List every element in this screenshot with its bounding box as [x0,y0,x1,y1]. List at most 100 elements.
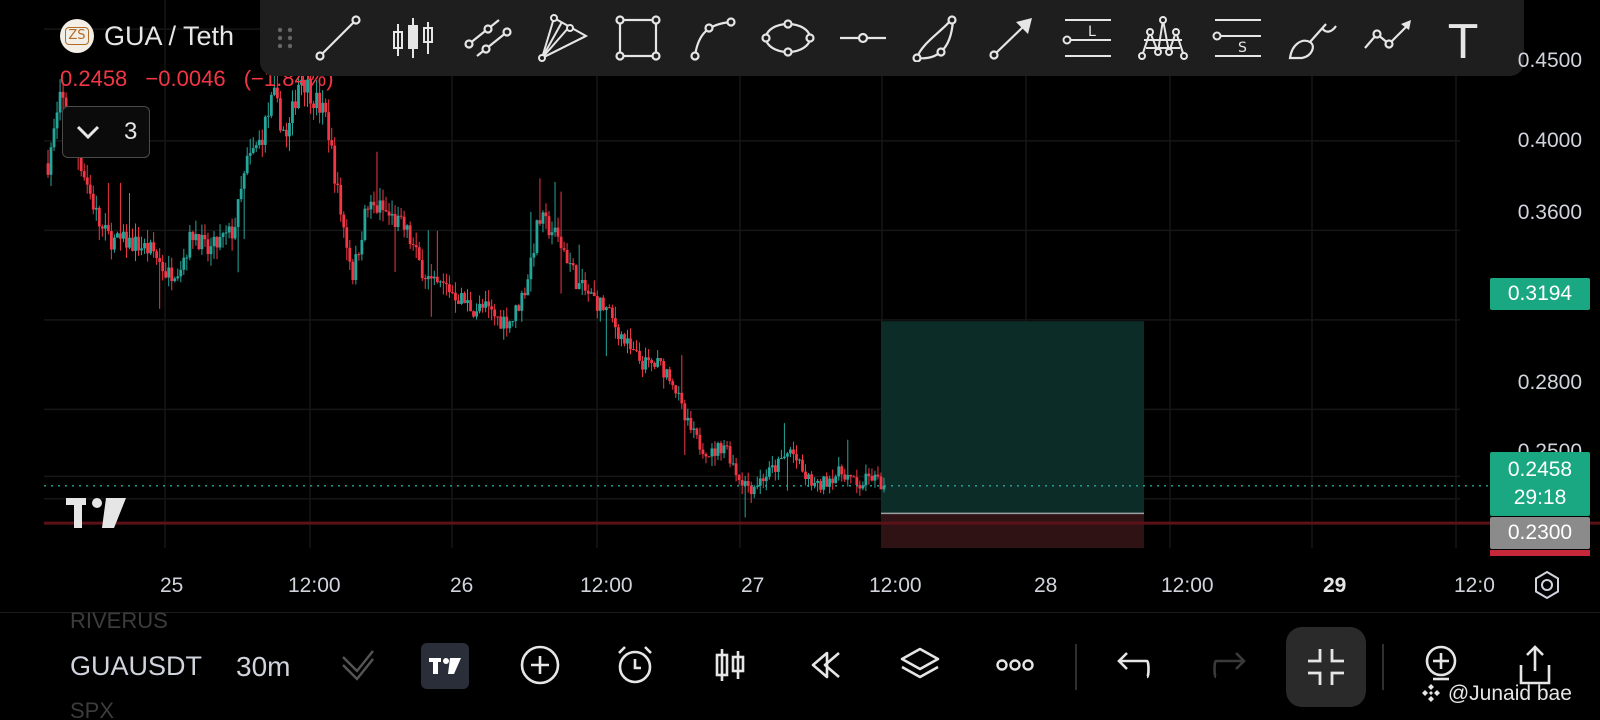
arc-icon[interactable] [900,8,975,68]
undo-icon[interactable] [1108,640,1158,690]
current-price-badge: 0.2458 29:18 [1490,452,1590,516]
candle-body [544,212,548,217]
candle-body [547,216,551,236]
candle-body [257,139,261,146]
symbol-header[interactable]: ZS GUA / Teth [60,16,234,56]
arrow-icon[interactable] [975,8,1050,68]
candle-body [375,205,379,213]
redo-icon[interactable] [1205,640,1255,690]
candle-body [831,478,835,484]
candle-body [580,279,584,284]
exit-fullscreen-button[interactable] [1286,627,1366,707]
long-position-icon[interactable]: L [1050,8,1125,68]
candle-body [417,247,421,261]
candle-body [405,225,409,230]
parallel-channel-icon[interactable] [450,8,525,68]
candle-body [58,91,62,113]
candle-body [475,311,478,317]
path-icon[interactable] [675,8,750,68]
symbol-selector[interactable]: GUAUSDT [70,651,206,682]
brush-icon[interactable] [1275,8,1350,68]
candle-body [411,244,415,246]
candle-body [761,478,765,482]
candle-body [336,183,340,186]
candle-body [520,292,524,311]
candle-body [722,445,726,454]
candle-body [315,92,319,109]
candle-body [206,239,210,255]
short-position-icon[interactable]: S [1200,8,1275,68]
candles-icon[interactable] [375,8,450,68]
candle-body [203,234,207,240]
candle-body [740,480,744,486]
more-icon[interactable] [990,640,1040,690]
candle-body [393,213,397,227]
candle-body [858,484,862,489]
change-abs: −0.0046 [145,66,226,91]
add-icon[interactable] [515,640,565,690]
candle-body [743,481,747,486]
chart-settings-icon[interactable] [1530,568,1564,602]
indicators-toggle-button[interactable]: 3 [62,106,150,158]
candle-body [719,443,723,454]
candle-body [327,112,331,141]
candle-body [432,276,436,279]
candle-body [707,456,711,458]
candle-body [556,227,560,237]
polyline-icon[interactable] [1350,8,1425,68]
layers-icon[interactable] [895,640,945,690]
candle-body [97,207,101,227]
candle-body [435,276,439,283]
interval-selector[interactable]: 30m [236,651,290,683]
drag-handle-icon[interactable] [270,18,300,58]
candle-body [282,129,285,131]
candle-body [786,453,789,457]
candle-body [825,476,829,487]
chart-type-menu-icon[interactable] [334,640,384,690]
candle-body [209,246,213,255]
candle-body [876,474,880,477]
candle-body [792,449,795,455]
candle-body [493,309,497,317]
target-price-badge: 0.3194 [1490,278,1590,310]
candle-body [266,115,270,117]
pattern-icon[interactable] [1125,8,1200,68]
candle-body [749,485,753,495]
text-icon[interactable]: T [1425,8,1500,68]
rectangle-icon[interactable] [600,8,675,68]
indicators-count: 3 [123,118,138,145]
candle-body [191,231,195,241]
pitchfork-icon[interactable] [525,8,600,68]
candle-body [55,112,59,129]
candle-body [487,301,491,307]
ellipse-icon[interactable] [750,8,825,68]
candle-body [523,292,527,296]
candle-indicator-icon[interactable] [705,640,755,690]
candle-body [119,233,122,239]
candle-body [840,466,844,475]
time-tick-label: 12:00 [580,574,633,597]
candle-body [288,123,291,137]
trend-line-icon[interactable] [300,8,375,68]
candle-body [607,307,611,309]
candle-body [88,184,92,194]
candle-body [233,227,237,239]
candle-body [689,417,693,430]
candle-body [46,163,50,175]
candle-body [122,231,125,239]
alarm-icon[interactable] [610,640,660,690]
candle-body [79,156,83,172]
candle-body [149,242,153,254]
candle-body [867,473,871,476]
candle-body [656,358,660,367]
replay-icon[interactable] [800,640,850,690]
candle-body [224,232,228,234]
horizontal-ray-icon[interactable] [825,8,900,68]
candle-body [182,257,186,270]
tradingview-menu-button[interactable] [421,643,469,689]
candle-body [478,303,481,312]
candle-body [577,283,581,290]
candle-body [864,473,868,486]
candle-body [665,369,669,378]
candle-body [215,236,219,248]
